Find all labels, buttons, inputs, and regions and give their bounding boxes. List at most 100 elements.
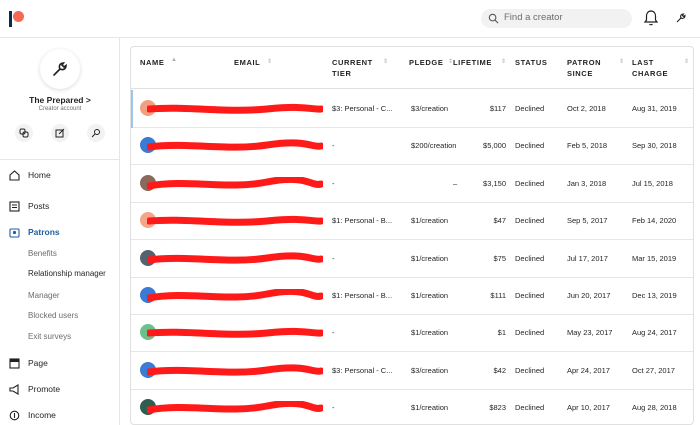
sidebar-item-home[interactable]: Home [0,167,119,185]
table-row[interactable]: $3: Personal - C... $3/creation $42 Decline… [131,352,693,390]
column-header-tier-line2[interactable]: TIER [332,68,351,79]
sidebar-subitem-manager[interactable]: Manager [28,291,60,300]
last-charge-cell: Sep 30, 2018 [632,141,677,151]
redaction-mark [147,216,323,226]
column-header-tier-line1[interactable]: CURRENT [332,57,373,68]
sidebar-item-page[interactable]: Page [0,355,119,373]
search-placeholder: Find a creator [504,12,563,23]
sort-ascending-icon[interactable]: ▲ [171,57,177,63]
creator-name[interactable]: The Prepared > [0,95,120,105]
table-row[interactable]: $1: Personal - B... $1/creation $111 Declin… [131,277,693,315]
sidebar-subitem-benefits[interactable]: Benefits [28,249,57,258]
patron-since-cell: Apr 10, 2017 [567,403,610,413]
sidebar-subitem-relationship-manager[interactable]: Relationship manager [28,269,106,278]
wrench-icon [53,62,67,76]
last-charge-cell: Mar 15, 2019 [632,253,677,263]
column-header-pledge[interactable]: PLEDGE [409,57,443,68]
redaction-mark [147,364,323,376]
sort-icon[interactable]: ⇕ [267,58,272,65]
link-button[interactable] [15,124,33,142]
tier-cell: - [332,141,335,151]
status-cell: Declined [515,365,545,375]
lifetime-cell: $75 [493,253,506,263]
settings-button[interactable] [87,124,105,142]
table-header: NAME ▲ EMAIL ⇕ CURRENT TIER ⇕ PLEDGE ⇕ L… [131,47,693,89]
status-cell: Declined [515,253,545,263]
redaction-mark [147,252,323,264]
redaction-mark [147,401,323,414]
sort-icon[interactable]: ⇕ [619,58,624,65]
pledge-cell: – [453,178,458,188]
column-header-charge-line1[interactable]: LAST [632,57,654,68]
last-charge-cell: Dec 13, 2019 [632,291,677,300]
column-header-lifetime[interactable]: LIFETIME [453,57,492,68]
status-cell: Declined [515,216,545,226]
lifetime-cell: $111 [490,291,506,300]
column-header-name[interactable]: NAME [140,57,164,68]
sort-icon[interactable]: ⇕ [383,58,388,65]
search-icon [488,13,499,24]
sidebar-item-promote[interactable]: Promote [0,381,119,399]
column-header-since-line2[interactable]: SINCE [567,68,593,79]
sort-icon[interactable]: ⇕ [684,58,689,65]
column-header-email[interactable]: EMAIL [234,57,260,68]
logo-dot [13,11,24,22]
patron-since-cell: Apr 24, 2017 [567,365,610,375]
sidebar-item-label: Page [28,358,48,368]
sidebar-item-label: Home [28,170,51,180]
wrench-icon[interactable] [675,12,687,24]
pledge-cell: $1/creation [411,403,449,413]
edit-icon [55,128,65,138]
redaction-mark [147,139,323,152]
table-row[interactable]: $1: Personal - B... $1/creation $47 Decline… [131,202,693,241]
megaphone-icon [9,384,19,395]
last-charge-cell: Jul 15, 2018 [632,178,673,188]
creator-avatar[interactable] [40,49,80,89]
tier-cell: $3: Personal - C... [332,365,393,375]
patron-since-cell: Jun 20, 2017 [567,291,611,300]
sidebar-item-label: Income [28,410,56,420]
pledge-cell: $1/creation [411,216,449,226]
patron-since-cell: May 23, 2017 [567,328,613,338]
table-row[interactable]: - $1/creation $823 Declined Apr 10, 2017 Aug … [131,389,693,424]
table-row[interactable]: $3: Personal - C... $3/creation $117 Declin… [131,90,693,128]
sidebar-item-income[interactable]: Income [0,407,119,425]
sidebar-item-label: Posts [28,201,50,211]
table-row[interactable]: - $1/creation $75 Declined Jul 17, 2017 Mar 1… [131,240,693,278]
settings-icon [91,129,100,138]
table-row[interactable]: - $200/creation $5,000 Declined Feb 5, 2018 S… [131,127,693,166]
redaction-mark [147,176,323,190]
table-row[interactable]: - – $3,150 Declined Jan 3, 2018 Jul 15, 2018 [131,165,693,203]
patron-since-cell: Oct 2, 2018 [567,104,606,113]
row-highlight [131,90,133,128]
patron-since-cell: Jul 17, 2017 [567,253,608,263]
sort-icon[interactable]: ⇕ [501,58,506,65]
bell-icon[interactable] [643,9,659,27]
table-row[interactable]: - $1/creation $1 Declined May 23, 2017 Aug 24… [131,314,693,353]
sidebar-subitem-blocked-users[interactable]: Blocked users [28,311,78,320]
sidebar-item-posts[interactable]: Posts [0,198,119,216]
column-header-charge-line2[interactable]: CHARGE [632,68,668,79]
pledge-cell: $3/creation [411,104,449,113]
page-icon [9,358,20,369]
patron-since-cell: Feb 5, 2018 [567,141,608,151]
sidebar-item-patrons[interactable]: Patrons [0,224,119,242]
sidebar-subitem-exit-surveys[interactable]: Exit surveys [28,332,71,341]
status-cell: Declined [515,328,545,338]
edit-button[interactable] [51,124,69,142]
lifetime-cell: $823 [489,403,506,413]
column-header-since-line1[interactable]: PATRON [567,57,601,68]
sidebar-item-label: Patrons [28,227,60,237]
link-icon [19,128,29,138]
status-cell: Declined [515,178,545,188]
status-cell: Declined [515,104,545,113]
column-header-status[interactable]: STATUS [515,57,548,68]
patreon-logo[interactable] [9,11,25,27]
tier-cell: $1: Personal - B... [332,291,393,300]
last-charge-cell: Feb 14, 2020 [632,216,677,226]
search-input[interactable]: Find a creator [481,9,632,28]
last-charge-cell: Aug 31, 2019 [632,104,677,113]
creator-account-label: Creator account [38,106,82,112]
last-charge-cell: Aug 24, 2017 [632,328,677,338]
sidebar-divider [0,159,119,160]
